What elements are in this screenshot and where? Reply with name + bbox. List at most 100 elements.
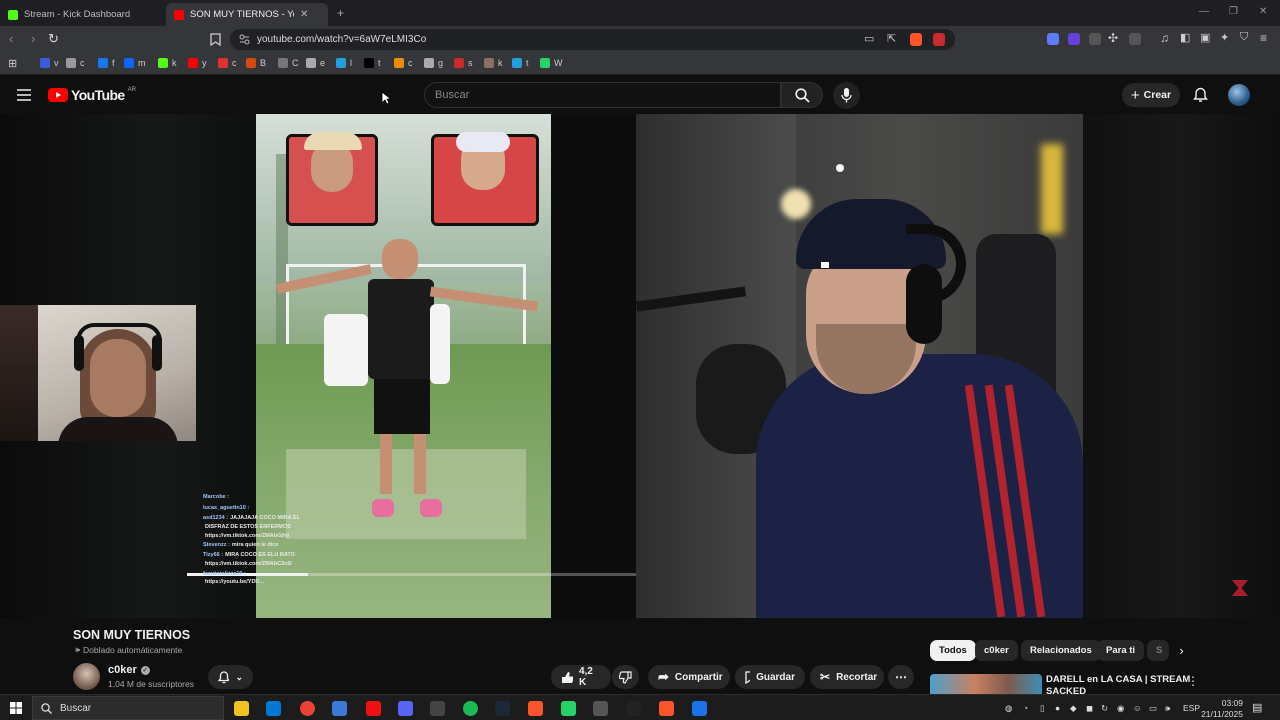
youtube-logo[interactable]: YouTube AR: [48, 87, 136, 103]
bookmark-item[interactable]: t: [512, 58, 529, 68]
tray-icon[interactable]: ◍: [1005, 703, 1012, 714]
bookmark-item[interactable]: c: [218, 58, 237, 68]
bookmark-item[interactable]: m: [124, 58, 146, 68]
volume-icon[interactable]: 🕪: [1165, 703, 1170, 714]
related-video-thumbnail[interactable]: [930, 674, 1042, 694]
bookmark-item[interactable]: f: [98, 58, 115, 68]
tray-icon[interactable]: ●: [1055, 703, 1060, 713]
filter-chip[interactable]: Para ti: [1097, 640, 1145, 661]
more-actions-button[interactable]: ⋯: [888, 665, 914, 689]
taskbar-app-icon[interactable]: [266, 701, 281, 716]
cast-icon[interactable]: ▭: [864, 32, 874, 45]
taskbar-app-icon[interactable]: [366, 701, 381, 716]
notifications-bell-icon[interactable]: [1193, 87, 1208, 103]
puzzle-icon[interactable]: ✣: [1108, 31, 1118, 45]
music-icon[interactable]: ♫: [1160, 31, 1169, 45]
tab-kick-dashboard[interactable]: Stream - Kick Dashboard: [0, 3, 165, 26]
taskbar-app-icon[interactable]: [398, 701, 413, 716]
dislike-button[interactable]: [612, 665, 639, 689]
notification-center-icon[interactable]: ▤: [1252, 701, 1262, 714]
filter-chip[interactable]: S: [1147, 640, 1169, 661]
bookmark-item[interactable]: k: [484, 58, 503, 68]
extension-icon[interactable]: [1068, 33, 1080, 45]
tray-icon[interactable]: ◼: [1086, 703, 1093, 714]
bookmark-item[interactable]: c: [394, 58, 413, 68]
restore-icon[interactable]: ❐: [1229, 6, 1238, 17]
forward-icon[interactable]: ›: [31, 31, 35, 46]
taskbar-app-icon[interactable]: [659, 701, 674, 716]
menu-icon[interactable]: ≡: [1260, 31, 1267, 45]
close-tab-icon[interactable]: ✕: [300, 9, 308, 20]
related-video-title[interactable]: DARELL en LA CASA | STREAM: [1046, 674, 1190, 685]
tray-icon[interactable]: ↻: [1101, 703, 1108, 714]
apps-grid-icon[interactable]: ⊞: [8, 57, 17, 70]
search-input[interactable]: Buscar: [424, 82, 781, 108]
url-field[interactable]: youtube.com/watch?v=6aW7eLMI3Co ▭ ⇱: [230, 29, 955, 50]
channel-avatar[interactable]: [73, 663, 100, 690]
bookmark-item[interactable]: C: [278, 58, 299, 68]
taskbar-app-icon[interactable]: [692, 701, 707, 716]
bookmark-item[interactable]: e: [306, 58, 325, 68]
taskbar-app-icon[interactable]: [463, 701, 478, 716]
site-info-icon[interactable]: [239, 34, 250, 45]
extension-icon[interactable]: [1047, 33, 1059, 45]
bookmark-item[interactable]: B: [246, 58, 266, 68]
filter-chip[interactable]: Todos: [930, 640, 976, 661]
video-player[interactable]: [0, 114, 1280, 618]
channel-name-row[interactable]: c0ker ✓: [108, 664, 150, 676]
filter-chip[interactable]: c0ker: [975, 640, 1018, 661]
save-button[interactable]: Guardar: [735, 665, 805, 689]
reload-icon[interactable]: ↻: [48, 31, 59, 47]
bookmark-item[interactable]: t: [364, 58, 381, 68]
taskbar-app-icon[interactable]: [561, 701, 576, 716]
taskbar-app-icon[interactable]: [626, 701, 641, 716]
taskbar-app-icon[interactable]: [300, 701, 315, 716]
network-icon[interactable]: ▭: [1149, 703, 1157, 714]
wallet-icon[interactable]: ▣: [1200, 31, 1210, 44]
bookmark-item[interactable]: g: [424, 58, 443, 68]
chips-next-button[interactable]: ›: [1171, 640, 1192, 661]
close-window-icon[interactable]: ✕: [1259, 6, 1267, 17]
related-video-title-line2[interactable]: SACKED: [1046, 686, 1086, 694]
tray-icon[interactable]: ◆: [1070, 703, 1077, 714]
video-progress-track[interactable]: [187, 573, 636, 576]
bookmark-item[interactable]: c: [66, 58, 85, 68]
tray-icon[interactable]: ☺: [1133, 703, 1142, 713]
bookmark-icon[interactable]: [210, 33, 221, 46]
minimize-icon[interactable]: —: [1199, 6, 1209, 17]
bookmark-item[interactable]: y: [188, 58, 207, 68]
tab-youtube[interactable]: SON MUY TIERNOS - YouTub ✕: [166, 3, 328, 26]
bookmark-item[interactable]: k: [158, 58, 177, 68]
avatar[interactable]: [1228, 84, 1250, 106]
search-button[interactable]: [781, 82, 823, 108]
sidebar-icon[interactable]: ◧: [1180, 31, 1190, 44]
clip-button[interactable]: ✂ Recortar: [810, 665, 884, 689]
taskbar-app-icon[interactable]: [234, 701, 249, 716]
back-icon[interactable]: ‹: [9, 31, 13, 46]
tray-icon[interactable]: ◉: [1117, 703, 1124, 714]
tray-icon[interactable]: ◔: [1023, 703, 1028, 713]
hamburger-menu-icon[interactable]: [17, 89, 31, 101]
vpn-icon[interactable]: ⛉: [1240, 31, 1248, 44]
leo-ai-icon[interactable]: ✦: [1220, 31, 1229, 44]
bookmark-item[interactable]: s: [454, 58, 473, 68]
share-icon[interactable]: ⇱: [887, 32, 896, 45]
taskbar-search-input[interactable]: Buscar: [32, 696, 224, 720]
bookmark-item[interactable]: W: [540, 58, 563, 68]
taskbar-app-icon[interactable]: [495, 701, 510, 716]
bookmark-item[interactable]: l: [336, 58, 352, 68]
taskbar-app-icon[interactable]: [430, 701, 445, 716]
voice-search-button[interactable]: [833, 82, 860, 109]
tray-icon[interactable]: ▯: [1040, 703, 1045, 714]
filter-chip[interactable]: Relacionados: [1021, 640, 1101, 661]
taskbar-app-icon[interactable]: [593, 701, 608, 716]
bookmark-item[interactable]: v: [40, 58, 59, 68]
new-tab-button[interactable]: +: [337, 6, 344, 20]
extension-icon[interactable]: [1089, 33, 1101, 45]
like-button[interactable]: 4,2 K: [551, 665, 611, 689]
brave-shields-icon[interactable]: [910, 33, 922, 46]
taskbar-app-icon[interactable]: [528, 701, 543, 716]
clock-time[interactable]: 03:09: [1203, 698, 1243, 708]
brave-rewards-icon[interactable]: [933, 33, 945, 46]
share-button[interactable]: ➦ Compartir: [648, 665, 730, 689]
